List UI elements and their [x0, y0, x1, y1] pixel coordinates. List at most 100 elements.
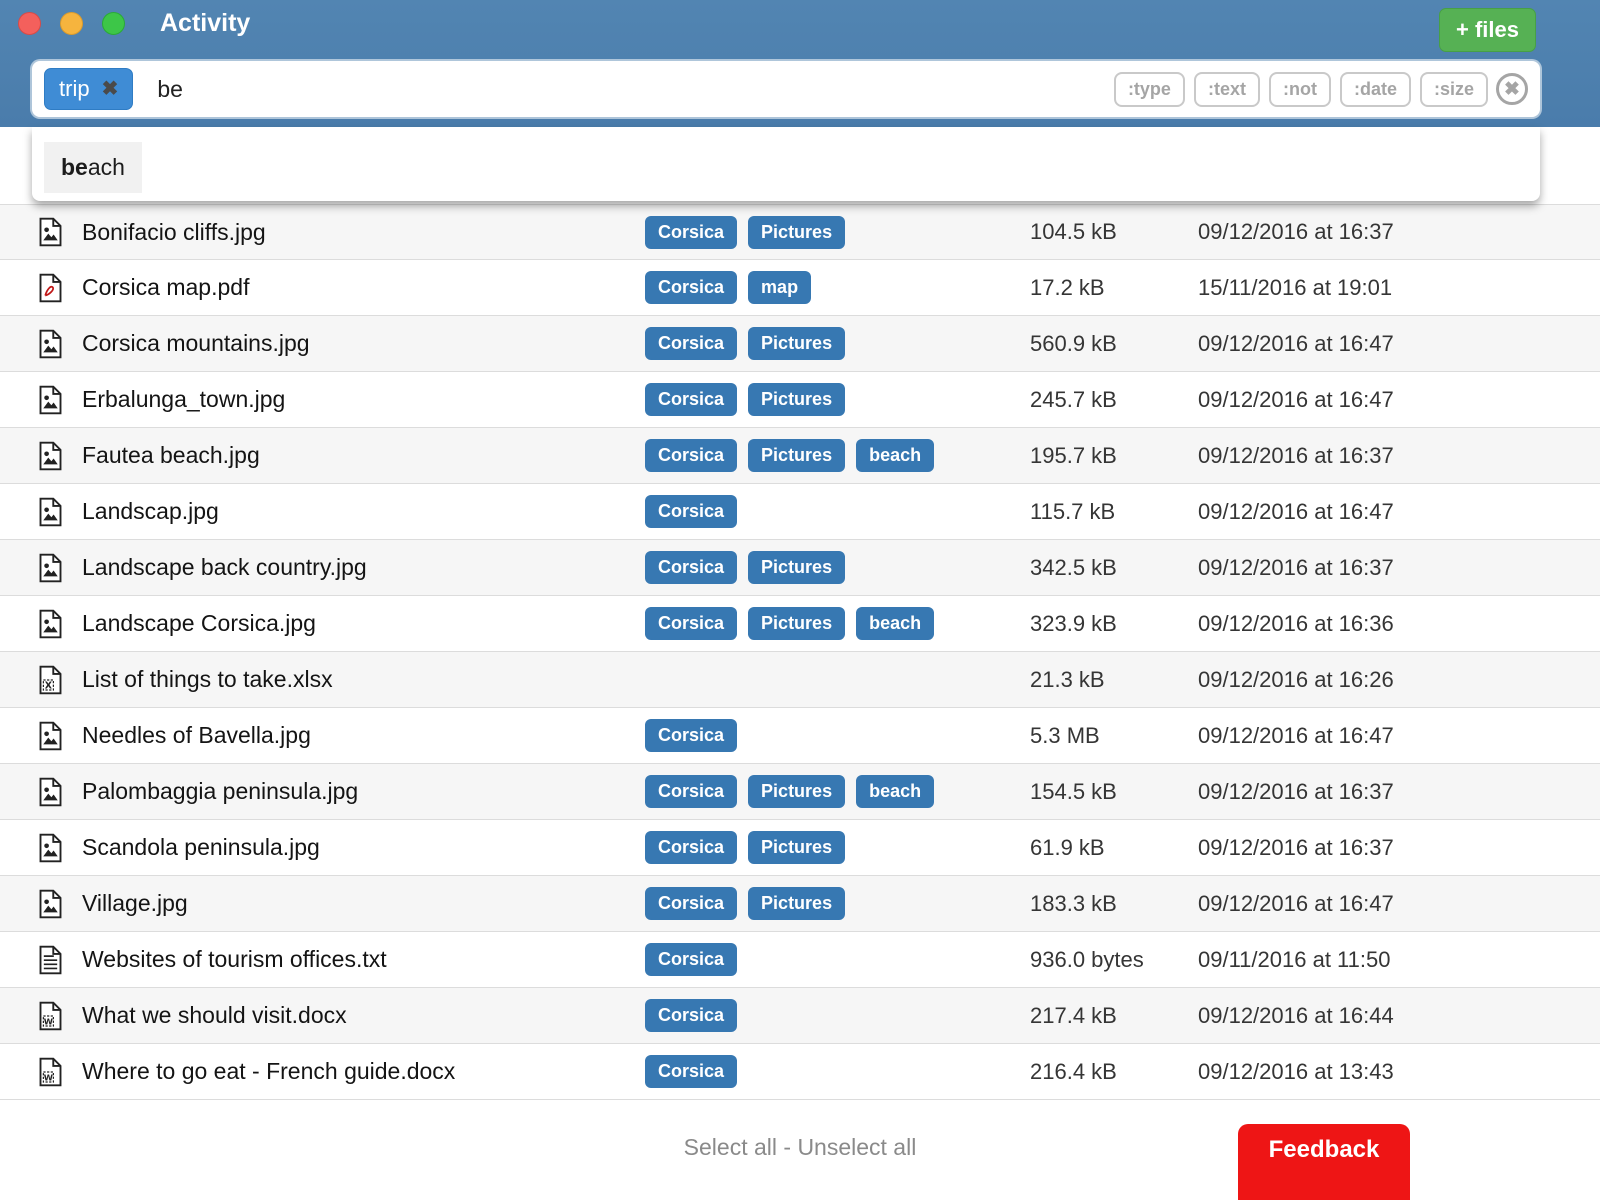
- tag-badge-beach[interactable]: beach: [856, 775, 934, 808]
- tag-badge-pictures[interactable]: Pictures: [748, 383, 845, 416]
- search-tag-trip[interactable]: trip ✖: [44, 68, 133, 110]
- image-file-icon: [38, 609, 64, 639]
- file-size: 104.5 kB: [1030, 219, 1198, 245]
- unselect-all-link[interactable]: Unselect all: [797, 1134, 916, 1160]
- tag-badge-pictures[interactable]: Pictures: [748, 607, 845, 640]
- file-tags: Corsica Pictures beach: [645, 775, 1030, 808]
- tag-badge-map[interactable]: map: [748, 271, 811, 304]
- file-row[interactable]: Corsica mountains.jpg CorsicaPictures 56…: [0, 316, 1600, 372]
- filter-button-not[interactable]: :not: [1269, 72, 1331, 107]
- filter-button-type[interactable]: :type: [1114, 72, 1185, 107]
- image-file-icon: [38, 441, 64, 471]
- tag-badge-pictures[interactable]: Pictures: [748, 831, 845, 864]
- autocomplete-suggestion-beach[interactable]: beach: [44, 142, 142, 193]
- tag-badge-beach[interactable]: beach: [856, 607, 934, 640]
- filter-button-date[interactable]: :date: [1340, 72, 1411, 107]
- file-row[interactable]: Websites of tourism offices.txt Corsica …: [0, 932, 1600, 988]
- file-tags: Corsica Pictures: [645, 887, 1030, 920]
- tag-badge-corsica[interactable]: Corsica: [645, 775, 737, 808]
- file-size: 217.4 kB: [1030, 1003, 1198, 1029]
- filter-button-text[interactable]: :text: [1194, 72, 1260, 107]
- file-date: 09/12/2016 at 16:26: [1198, 667, 1394, 693]
- close-window-icon[interactable]: [18, 12, 41, 35]
- minimize-window-icon[interactable]: [60, 12, 83, 35]
- file-row[interactable]: Palombaggia peninsula.jpg Corsica Picture…: [0, 764, 1600, 820]
- tag-badge-pictures[interactable]: Pictures: [748, 216, 845, 249]
- image-file-icon: [38, 721, 64, 751]
- file-name: What we should visit.docx: [82, 1002, 645, 1029]
- suggestion-match: be: [61, 154, 88, 180]
- tag-badge-pictures[interactable]: Pictures: [748, 327, 845, 360]
- word-file-icon: W: [38, 1001, 64, 1031]
- file-name: Landscap.jpg: [82, 498, 645, 525]
- search-input[interactable]: [155, 75, 1114, 104]
- remove-tag-icon[interactable]: ✖: [102, 79, 119, 99]
- file-size: 216.4 kB: [1030, 1059, 1198, 1085]
- tag-badge-pictures[interactable]: Pictures: [748, 439, 845, 472]
- file-name: Bonifacio cliffs.jpg: [82, 219, 645, 246]
- tag-badge-corsica[interactable]: Corsica: [645, 1055, 737, 1088]
- file-row[interactable]: Fautea beach.jpg CorsicaPicturesbeach 19…: [0, 428, 1600, 484]
- file-row[interactable]: Village.jpg CorsicaPictures 183.3 kB 09/…: [0, 876, 1600, 932]
- search-filters: :type :text :not :date :size: [1114, 72, 1488, 107]
- tag-badge-pictures[interactable]: Pictures: [748, 551, 845, 584]
- file-size: 115.7 kB: [1030, 499, 1198, 525]
- file-date: 09/12/2016 at 16:37: [1198, 555, 1394, 581]
- select-all-link[interactable]: Select all: [684, 1134, 777, 1160]
- tag-badge-corsica[interactable]: Corsica: [645, 999, 737, 1032]
- search-bar[interactable]: trip ✖ :type :text :not :date :size ✖: [32, 61, 1540, 117]
- tag-badge-corsica[interactable]: Corsica: [645, 551, 737, 584]
- app-window: Activity + files trip ✖ :type:text:not:d…: [0, 0, 1600, 1200]
- file-tags: Corsica Pictures: [645, 327, 1030, 360]
- image-file-icon: [38, 497, 64, 527]
- tag-badge-corsica[interactable]: Corsica: [645, 887, 737, 920]
- file-row[interactable]: W What we should visit.docx Corsica 217.…: [0, 988, 1600, 1044]
- zoom-window-icon[interactable]: [102, 12, 125, 35]
- file-row[interactable]: Landscape back country.jpg CorsicaPictur…: [0, 540, 1600, 596]
- tag-badge-corsica[interactable]: Corsica: [645, 607, 737, 640]
- file-row[interactable]: Scandola peninsula.jpg CorsicaPictures 6…: [0, 820, 1600, 876]
- file-name: Village.jpg: [82, 890, 645, 917]
- file-date: 09/12/2016 at 13:43: [1198, 1059, 1394, 1085]
- filter-button-size[interactable]: :size: [1420, 72, 1488, 107]
- file-row[interactable]: X List of things to take.xlsx 21.3 kB 09…: [0, 652, 1600, 708]
- file-tags: Corsica Pictures beach: [645, 439, 1030, 472]
- file-name: Landscape Corsica.jpg: [82, 610, 645, 637]
- file-tags: Corsica Pictures: [645, 551, 1030, 584]
- tag-badge-corsica[interactable]: Corsica: [645, 271, 737, 304]
- traffic-lights: [18, 12, 125, 35]
- file-row[interactable]: Needles of Bavella.jpg Corsica 5.3 MB 09…: [0, 708, 1600, 764]
- svg-text:W: W: [44, 1072, 53, 1082]
- tag-badge-corsica[interactable]: Corsica: [645, 439, 737, 472]
- tag-badge-corsica[interactable]: Corsica: [645, 831, 737, 864]
- file-date: 09/12/2016 at 16:47: [1198, 387, 1394, 413]
- add-files-button[interactable]: + files: [1439, 8, 1536, 52]
- file-name: Palombaggia peninsula.jpg: [82, 778, 645, 805]
- file-date: 15/11/2016 at 19:01: [1198, 275, 1392, 301]
- file-date: 09/12/2016 at 16:37: [1198, 443, 1394, 469]
- tag-badge-corsica[interactable]: Corsica: [645, 383, 737, 416]
- file-name: Websites of tourism offices.txt: [82, 946, 645, 973]
- file-tags: Corsica: [645, 999, 1030, 1032]
- tag-badge-corsica[interactable]: Corsica: [645, 495, 737, 528]
- tag-badge-pictures[interactable]: Pictures: [748, 775, 845, 808]
- file-row[interactable]: Corsica map.pdf Corsicamap 17.2 kB 15/11…: [0, 260, 1600, 316]
- file-size: 183.3 kB: [1030, 891, 1198, 917]
- file-row[interactable]: Erbalunga_town.jpg CorsicaPictures 245.7…: [0, 372, 1600, 428]
- file-row[interactable]: Bonifacio cliffs.jpg Corsica Pictures 104…: [0, 204, 1600, 260]
- file-name: List of things to take.xlsx: [82, 666, 645, 693]
- file-row[interactable]: Landscap.jpg Corsica 115.7 kB 09/12/2016…: [0, 484, 1600, 540]
- tag-badge-corsica[interactable]: Corsica: [645, 216, 737, 249]
- tag-badge-pictures[interactable]: Pictures: [748, 887, 845, 920]
- file-size: 195.7 kB: [1030, 443, 1198, 469]
- file-name: Needles of Bavella.jpg: [82, 722, 645, 749]
- file-row[interactable]: W Where to go eat - French guide.docx Co…: [0, 1044, 1600, 1100]
- clear-search-icon[interactable]: ✖: [1496, 73, 1528, 105]
- tag-badge-corsica[interactable]: Corsica: [645, 719, 737, 752]
- feedback-button[interactable]: Feedback: [1238, 1124, 1410, 1200]
- file-row[interactable]: Landscape Corsica.jpg Corsica Pictures bea…: [0, 596, 1600, 652]
- tag-badge-corsica[interactable]: Corsica: [645, 327, 737, 360]
- tag-badge-beach[interactable]: beach: [856, 439, 934, 472]
- file-date: 09/11/2016 at 11:50: [1198, 947, 1390, 973]
- tag-badge-corsica[interactable]: Corsica: [645, 943, 737, 976]
